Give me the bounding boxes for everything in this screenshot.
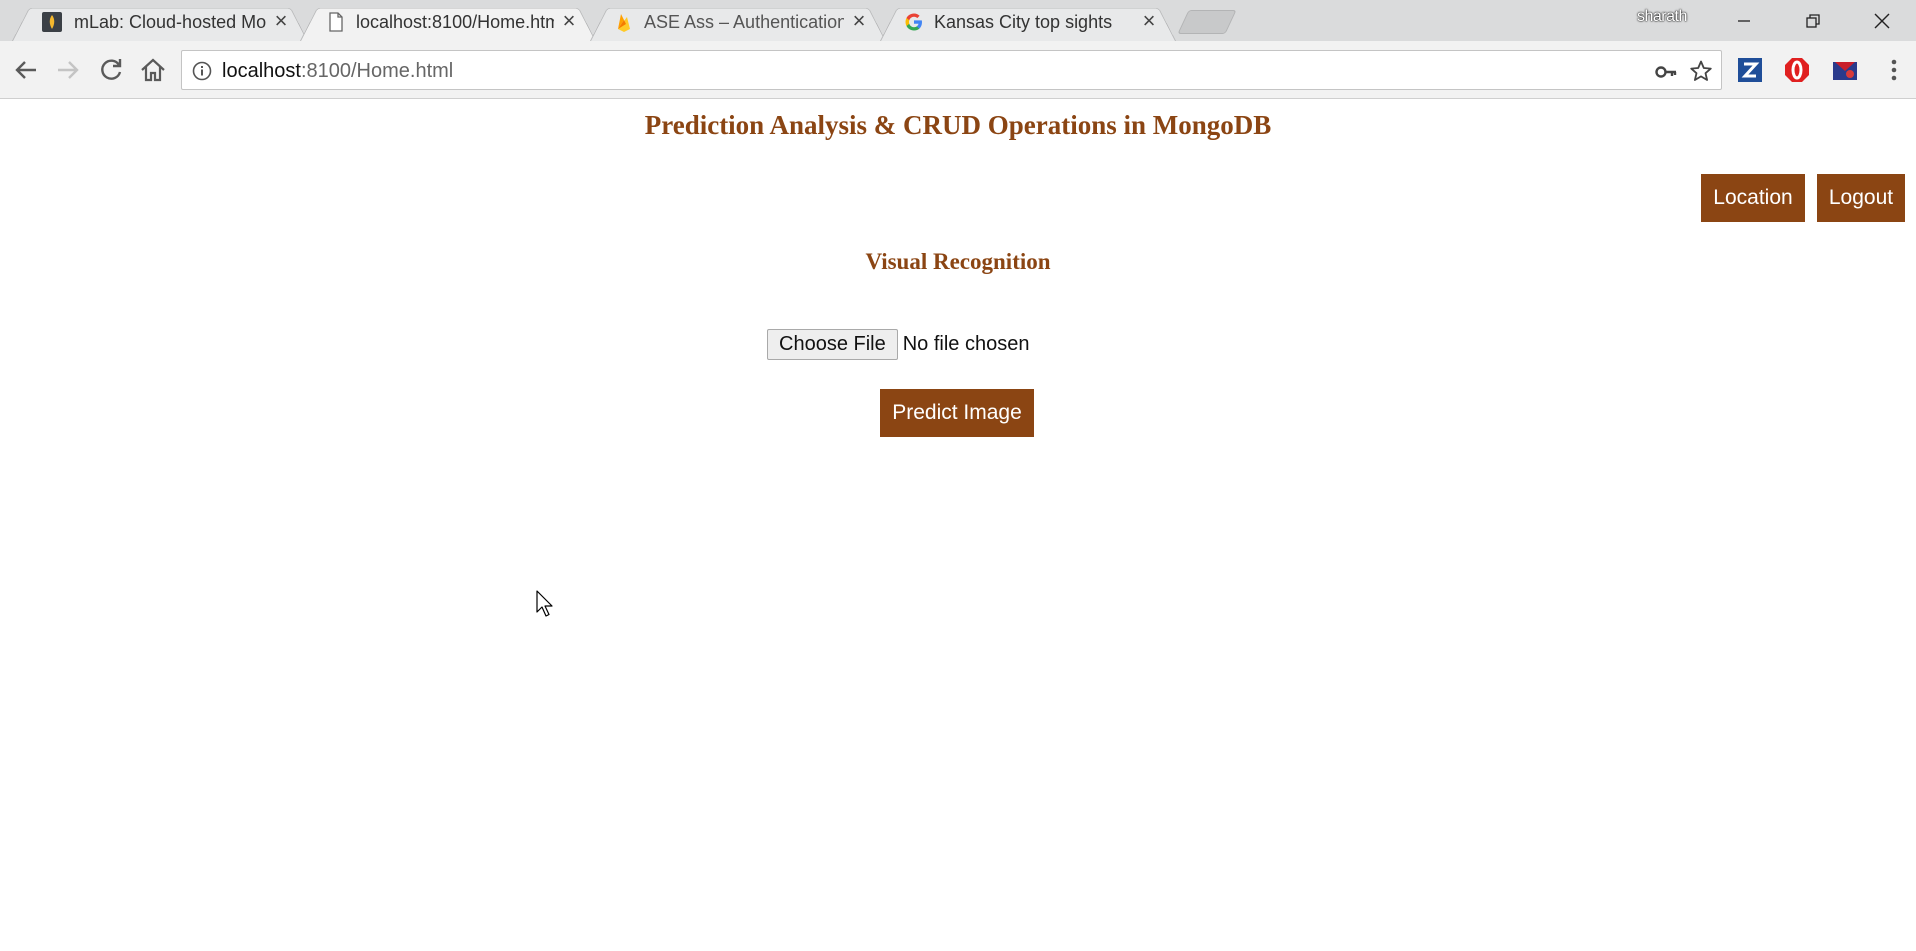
url-text[interactable]: localhost:8100/Home.html — [222, 60, 453, 82]
close-window-icon[interactable] — [1848, 0, 1916, 41]
key-icon[interactable] — [1655, 61, 1677, 83]
tab-title: localhost:8100/Home.htm — [356, 12, 554, 32]
zotero-extension-icon[interactable] — [1737, 57, 1763, 83]
mouse-cursor-icon — [536, 590, 553, 617]
reload-icon[interactable] — [95, 54, 127, 86]
new-tab-button[interactable] — [1177, 10, 1237, 34]
extension-icon[interactable] — [1832, 57, 1858, 83]
close-icon[interactable]: × — [558, 10, 580, 32]
url-path: :8100/Home.html — [300, 60, 454, 82]
restore-icon[interactable] — [1779, 0, 1847, 41]
choose-file-button[interactable]: Choose File — [767, 328, 898, 360]
mlab-icon — [42, 12, 62, 32]
page-title: Prediction Analysis & CRUD Operations in… — [644, 110, 1272, 140]
tab-title: mLab: Cloud-hosted Mo — [74, 12, 266, 32]
logout-button[interactable]: Logout — [1817, 174, 1905, 222]
tab-home[interactable]: localhost:8100/Home.htm × — [300, 3, 596, 41]
tab-title: Kansas City top sights — [934, 12, 1113, 32]
predict-image-button[interactable]: Predict Image — [880, 389, 1034, 437]
back-icon[interactable] — [10, 54, 42, 86]
adblock-extension-icon[interactable] — [1784, 57, 1810, 83]
address-bar[interactable]: localhost:8100/Home.html — [181, 50, 1722, 90]
tab-firebase[interactable]: ASE Ass – Authentication × — [590, 3, 886, 41]
close-icon[interactable]: × — [848, 10, 870, 32]
tab-strip: mLab: Cloud-hosted Mo × localhost:8100/H… — [0, 0, 1916, 41]
location-button[interactable]: Location — [1701, 174, 1805, 222]
file-input[interactable]: Choose File No file chosen — [767, 328, 1029, 360]
google-icon — [905, 13, 922, 31]
section-title: Visual Recognition — [865, 249, 1051, 274]
forward-icon[interactable] — [52, 54, 84, 86]
page-content: Prediction Analysis & CRUD Operations in… — [0, 100, 1916, 951]
firebase-icon — [618, 14, 630, 32]
bookmark-star-icon[interactable] — [1689, 59, 1713, 83]
close-icon[interactable]: × — [1138, 10, 1160, 32]
tab-google[interactable]: Kansas City top sights × — [880, 3, 1176, 41]
url-host: localhost — [222, 60, 301, 82]
close-icon[interactable]: × — [270, 10, 292, 32]
minimize-icon[interactable] — [1710, 0, 1778, 41]
file-status: No file chosen — [902, 332, 1030, 355]
browser-toolbar: localhost:8100/Home.html — [0, 41, 1916, 99]
tab-title: ASE Ass – Authentication — [644, 12, 844, 32]
page-icon — [329, 12, 343, 32]
profile-name[interactable]: sharath — [1637, 8, 1687, 26]
info-icon[interactable] — [192, 61, 212, 81]
tab-mlab[interactable]: mLab: Cloud-hosted Mo × — [12, 3, 308, 41]
home-icon[interactable] — [137, 54, 169, 86]
menu-icon[interactable] — [1882, 54, 1906, 86]
